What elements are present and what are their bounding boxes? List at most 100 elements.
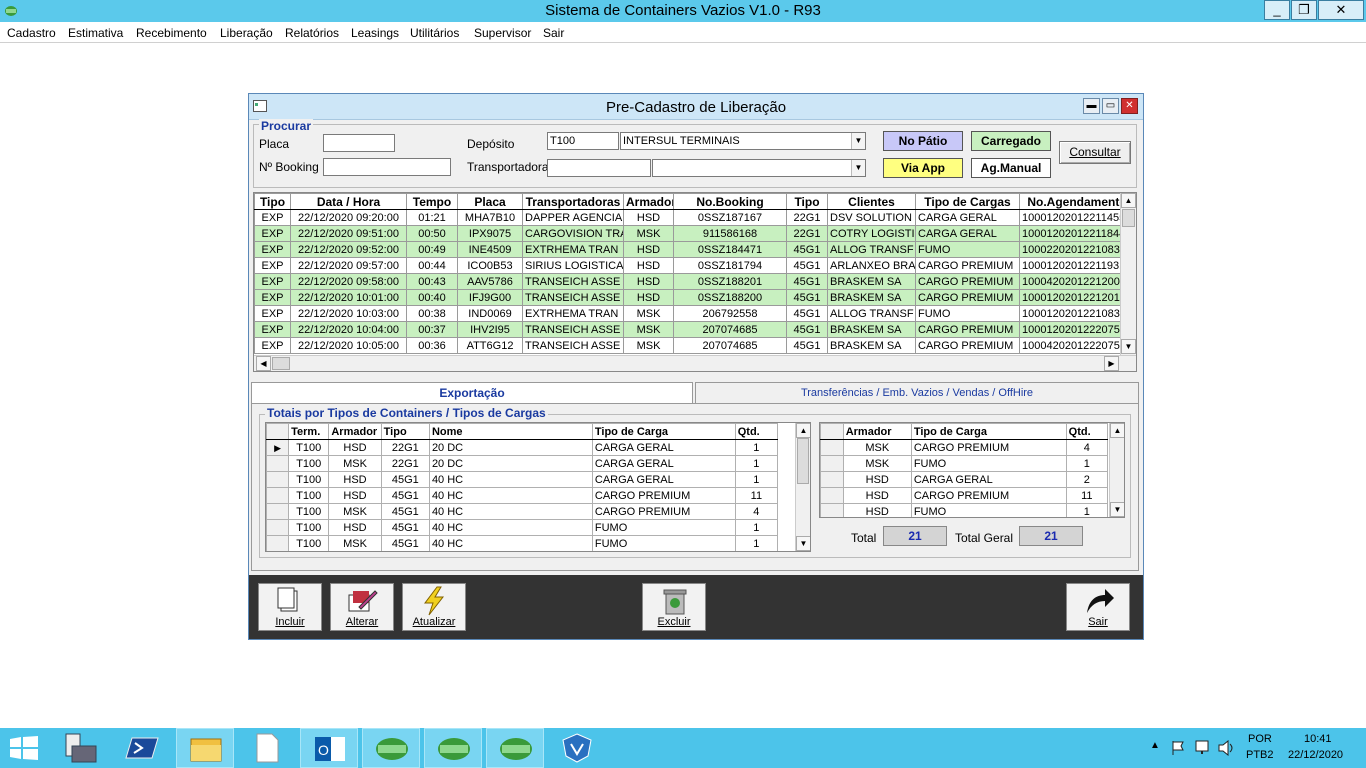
app-taskbar-icon-3[interactable]: [486, 728, 544, 768]
menu-relatorios[interactable]: Relatórios: [285, 26, 339, 40]
tab-transferencias[interactable]: Transferências / Emb. Vazios / Vendas / …: [695, 382, 1139, 404]
totals-header-cell[interactable]: Term.: [288, 423, 330, 440]
totals-row[interactable]: T100 HSD 45G1 40 HC FUMO 1: [266, 519, 779, 536]
scroll-thumb[interactable]: [797, 438, 809, 484]
scroll-up-icon[interactable]: ▲: [1110, 423, 1124, 438]
menu-utilitarios[interactable]: Utilitários: [410, 26, 459, 40]
transportadora-code-input[interactable]: [547, 159, 651, 177]
totals-header-cell[interactable]: Armador: [328, 423, 382, 440]
app-taskbar-icon-2[interactable]: [424, 728, 482, 768]
child-minimize-button[interactable]: ▬: [1083, 98, 1100, 114]
shield-app-icon[interactable]: [548, 728, 606, 768]
scroll-up-icon[interactable]: ▲: [1121, 193, 1136, 208]
scroll-thumb[interactable]: [1122, 209, 1135, 227]
placa-input[interactable]: [323, 134, 395, 152]
powershell-icon[interactable]: [114, 728, 172, 768]
scroll-left-icon[interactable]: ◀: [256, 356, 271, 371]
totals-row[interactable]: T100 MSK 45G1 40 HC CARGO PREMIUM 4: [266, 503, 779, 520]
grid-row[interactable]: EXP 22/12/2020 10:05:00 00:36 ATT6G12 TRANSE…: [254, 337, 1135, 354]
grid-header-cell[interactable]: Tipo: [786, 193, 828, 210]
clock-time[interactable]: 10:41: [1304, 733, 1332, 745]
totals-header-cell[interactable]: Tipo: [380, 423, 430, 440]
incluir-button[interactable]: Incluir: [258, 583, 322, 631]
totals-header-cell[interactable]: Nome: [428, 423, 593, 440]
totals-by-type-grid[interactable]: Term. Armador Tipo Nome Tipo de Carga Qtd. ▶ T…: [265, 422, 811, 552]
grid-row[interactable]: EXP 22/12/2020 09:57:00 00:44 ICO0B53 SIRIUS…: [254, 257, 1135, 274]
grid-horizontal-scrollbar[interactable]: ◀ ▶: [254, 355, 1136, 371]
totals-row[interactable]: T100 HSD 45G1 40 HC CARGO PREMIUM 11: [266, 487, 779, 504]
grid-header-cell[interactable]: Tempo: [406, 193, 458, 210]
maximize-button[interactable]: ❐: [1291, 0, 1317, 20]
chevron-down-icon[interactable]: ▼: [851, 133, 865, 149]
scroll-right-icon[interactable]: ▶: [1104, 356, 1119, 371]
scroll-up-icon[interactable]: ▲: [796, 423, 810, 438]
transportadora-select[interactable]: ▼: [652, 159, 866, 177]
outlook-icon[interactable]: O: [300, 728, 358, 768]
menu-estimativa[interactable]: Estimativa: [68, 26, 123, 40]
scroll-down-icon[interactable]: ▼: [1110, 502, 1124, 517]
booking-input[interactable]: [323, 158, 451, 176]
scroll-down-icon[interactable]: ▼: [796, 536, 810, 551]
totals-header-cell[interactable]: Tipo de Carga: [591, 423, 736, 440]
totals-row[interactable]: T100 MSK 22G1 20 DC CARGA GERAL 1: [266, 455, 779, 472]
file-explorer-icon[interactable]: [176, 728, 234, 768]
totals-header-cell[interactable]: Qtd.: [734, 423, 779, 440]
clock-date[interactable]: 22/12/2020: [1288, 749, 1343, 761]
network-icon[interactable]: [1195, 740, 1213, 756]
menu-liberacao[interactable]: Liberação: [220, 26, 273, 40]
totals-row[interactable]: ▶ T100 HSD 22G1 20 DC CARGA GERAL 1: [266, 439, 779, 456]
atualizar-button[interactable]: Atualizar: [402, 583, 466, 631]
menu-sair[interactable]: Sair: [543, 26, 564, 40]
armador-header-cell[interactable]: Tipo de Carga: [910, 423, 1067, 440]
grid-header-cell[interactable]: Transportadoras: [522, 193, 624, 210]
hscroll-thumb[interactable]: [272, 357, 290, 370]
grid-header-cell[interactable]: No.Booking: [673, 193, 787, 210]
grid-row[interactable]: EXP 22/12/2020 10:01:00 00:40 IFJ9G00 TRANSE…: [254, 289, 1135, 306]
grid-header-cell[interactable]: Data / Hora: [290, 193, 407, 210]
totals-row[interactable]: T100 MSK 45G1 40 HC FUMO 1: [266, 535, 779, 551]
armador-header-cell[interactable]: Armador: [842, 423, 912, 440]
keyboard-layout-indicator[interactable]: PTB2: [1246, 749, 1274, 761]
sair-button[interactable]: Sair: [1066, 583, 1130, 631]
chevron-down-icon[interactable]: ▼: [851, 160, 865, 176]
armador-row[interactable]: HSD CARGO PREMIUM 11: [820, 487, 1109, 504]
close-button[interactable]: ✕: [1318, 0, 1364, 20]
grid-header-cell[interactable]: Armador: [623, 193, 674, 210]
grid-row[interactable]: EXP 22/12/2020 10:04:00 00:37 IHV2I95 TRANSE…: [254, 321, 1135, 338]
armador-scrollbar[interactable]: ▲ ▼: [1109, 423, 1124, 517]
consultar-button[interactable]: Consultar: [1059, 141, 1131, 164]
grid-row[interactable]: EXP 22/12/2020 09:52:00 00:49 INE4509 EXTRHE…: [254, 241, 1135, 258]
scroll-down-icon[interactable]: ▼: [1121, 339, 1136, 354]
grid-row[interactable]: EXP 22/12/2020 10:03:00 00:38 IND0069 EXTRHE…: [254, 305, 1135, 322]
armador-row[interactable]: MSK CARGO PREMIUM 4: [820, 439, 1109, 456]
menu-leasings[interactable]: Leasings: [351, 26, 399, 40]
excluir-button[interactable]: Excluir: [642, 583, 706, 631]
app-taskbar-icon-1[interactable]: [362, 728, 420, 768]
containers-grid[interactable]: Tipo Data / Hora Tempo Placa Transportadoras…: [253, 192, 1137, 372]
menu-recebimento[interactable]: Recebimento: [136, 26, 207, 40]
deposito-code-input[interactable]: T100: [547, 132, 619, 150]
totals-by-armador-grid[interactable]: Armador Tipo de Carga Qtd. MSK CARGO PREMIU…: [819, 422, 1125, 518]
deposito-select[interactable]: INTERSUL TERMINAIS ▼: [620, 132, 866, 150]
server-manager-icon[interactable]: [52, 728, 110, 768]
grid-header-cell[interactable]: Placa: [457, 193, 523, 210]
grid-header-cell[interactable]: Clientes: [827, 193, 916, 210]
tab-exportacao[interactable]: Exportação: [251, 382, 693, 404]
grid-row[interactable]: EXP 22/12/2020 09:51:00 00:50 IPX9075 CARGOV…: [254, 225, 1135, 242]
flag-icon[interactable]: [1170, 740, 1186, 756]
grid-row[interactable]: EXP 22/12/2020 09:20:00 01:21 MHA7B10 DAPPER…: [254, 209, 1135, 226]
totals-row[interactable]: T100 HSD 45G1 40 HC CARGA GERAL 1: [266, 471, 779, 488]
armador-row[interactable]: HSD CARGA GERAL 2: [820, 471, 1109, 488]
grid-row[interactable]: EXP 22/12/2020 09:58:00 00:43 AAV5786 TRANSE…: [254, 273, 1135, 290]
grid-header-cell[interactable]: Tipo: [254, 193, 291, 210]
armador-header-cell[interactable]: Qtd.: [1065, 423, 1109, 440]
language-indicator[interactable]: POR: [1248, 733, 1272, 745]
grid-header-cell[interactable]: Tipo de Cargas: [915, 193, 1020, 210]
minimize-button[interactable]: _: [1264, 0, 1290, 20]
document-icon[interactable]: [238, 728, 296, 768]
child-close-button[interactable]: ✕: [1121, 98, 1138, 114]
tray-expand-icon[interactable]: ▲: [1150, 740, 1160, 751]
grid-header-cell[interactable]: No.Agendamento: [1019, 193, 1135, 210]
grid-vertical-scrollbar[interactable]: ▲ ▼: [1120, 193, 1136, 355]
alterar-button[interactable]: Alterar: [330, 583, 394, 631]
